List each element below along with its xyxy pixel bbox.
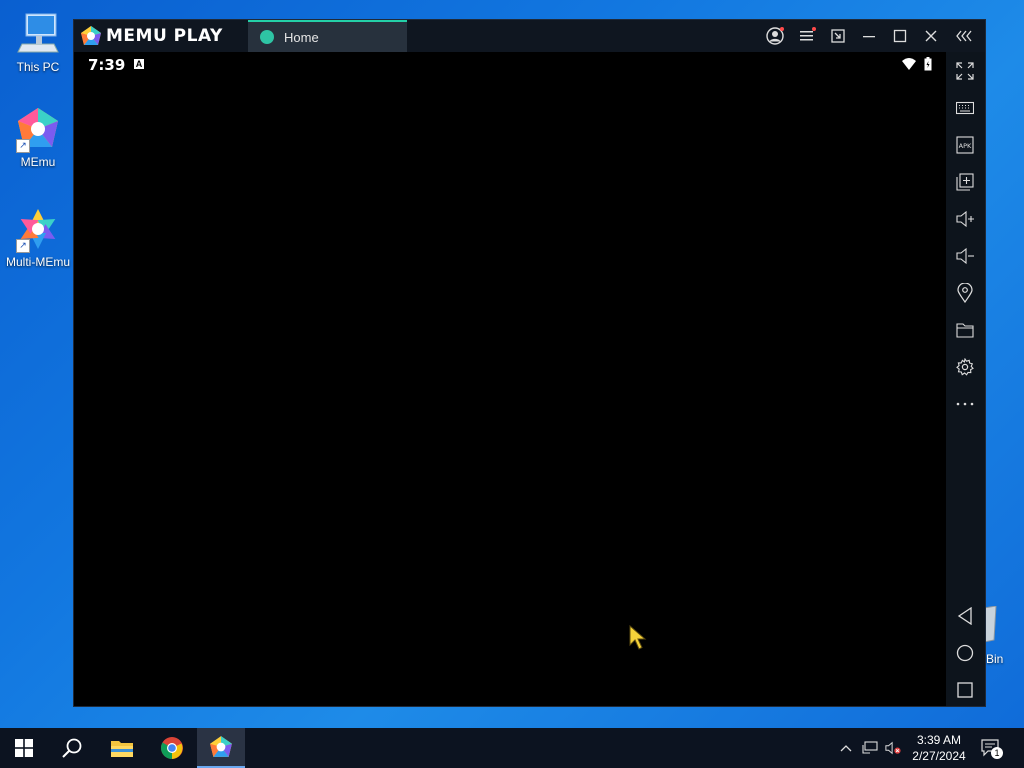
more-button[interactable] xyxy=(954,393,976,415)
network-icon xyxy=(862,741,878,754)
network-button[interactable] xyxy=(862,740,878,756)
add-window-icon xyxy=(956,173,974,191)
mini-mode-button[interactable] xyxy=(827,26,849,46)
maximize-icon xyxy=(893,29,907,43)
android-clock: 7:39 xyxy=(88,56,126,74)
android-screen[interactable] xyxy=(74,76,946,706)
location-pin-icon xyxy=(957,283,973,303)
volume-muted-icon xyxy=(885,741,901,755)
shortcut-arrow-icon: ↗ xyxy=(16,239,30,253)
battery-charging-icon xyxy=(924,57,932,71)
show-hidden-icons-button[interactable] xyxy=(838,740,854,756)
chevron-up-icon xyxy=(840,745,852,752)
notification-a-icon: A xyxy=(134,59,144,69)
minimize-button[interactable] xyxy=(858,26,880,46)
close-icon xyxy=(925,30,937,42)
volume-up-button[interactable] xyxy=(954,208,976,230)
volume-down-button[interactable] xyxy=(954,245,976,267)
desktop-icon-memu[interactable]: ↗ MEmu xyxy=(2,105,74,169)
desktop-icon-label: Bin xyxy=(986,652,1004,666)
android-status-bar: 7:39 A xyxy=(74,52,946,76)
shared-folder-button[interactable] xyxy=(954,319,976,341)
title-bar[interactable]: MEMU PLAY Home xyxy=(74,20,985,52)
notification-count-badge: 1 xyxy=(991,747,1003,759)
triple-chevron-left-icon xyxy=(956,30,972,42)
notification-dot xyxy=(780,27,784,31)
android-recents-button[interactable] xyxy=(954,679,976,701)
keyboard-mapping-button[interactable] xyxy=(954,97,976,119)
fullscreen-button[interactable] xyxy=(954,60,976,82)
hamburger-menu-icon xyxy=(800,31,813,41)
gear-icon xyxy=(956,358,974,376)
taskbar: 3:39 AM 2/27/2024 1 xyxy=(0,728,1024,768)
volume-up-icon xyxy=(956,210,974,228)
folder-icon xyxy=(956,323,974,338)
svg-text:APK: APK xyxy=(959,142,972,150)
action-center-button[interactable]: 1 xyxy=(980,738,1003,759)
app-name: MEMU PLAY xyxy=(106,26,223,46)
shortcut-arrow-icon: ↗ xyxy=(16,139,30,153)
location-button[interactable] xyxy=(954,282,976,304)
more-dots-icon xyxy=(956,402,974,406)
chrome-button[interactable] xyxy=(148,728,196,768)
desktop-icon-multi-memu[interactable]: ↗ Multi-MEmu xyxy=(2,205,74,269)
search-button[interactable] xyxy=(48,728,96,768)
wifi-icon xyxy=(902,58,916,70)
desktop-icon-recycle-bin[interactable]: Bin xyxy=(984,606,1004,666)
memu-logo: MEMU PLAY xyxy=(80,26,223,46)
android-back-button[interactable] xyxy=(954,605,976,627)
fullscreen-icon xyxy=(956,62,974,80)
volume-button[interactable] xyxy=(885,740,901,756)
search-icon xyxy=(62,738,82,758)
memu-app-icon: ↗ xyxy=(14,105,62,153)
tab-label: Home xyxy=(284,29,319,45)
windows-logo-icon xyxy=(15,739,33,757)
maximize-button[interactable] xyxy=(889,26,911,46)
memu-logo-icon xyxy=(81,26,101,45)
notification-dot xyxy=(812,27,816,31)
close-button[interactable] xyxy=(920,26,942,46)
memu-emulator-window: MEMU PLAY Home 7:39 A APK xyxy=(74,20,985,706)
recycle-bin-icon xyxy=(984,606,997,642)
minimize-icon xyxy=(863,36,875,38)
taskbar-clock[interactable]: 3:39 AM 2/27/2024 xyxy=(904,732,974,764)
home-circle-icon xyxy=(956,644,974,662)
desktop-icon-label: MEmu xyxy=(20,155,56,169)
clock-date: 2/27/2024 xyxy=(912,749,966,763)
mouse-cursor-icon xyxy=(629,625,647,650)
desktop-icon-label: This PC xyxy=(16,60,60,74)
recents-square-icon xyxy=(957,682,973,698)
memu-app-icon xyxy=(210,736,232,757)
settings-button[interactable] xyxy=(954,356,976,378)
file-explorer-button[interactable] xyxy=(98,728,146,768)
volume-down-icon xyxy=(956,247,974,265)
install-apk-button[interactable]: APK xyxy=(954,134,976,156)
desktop-icon-this-pc[interactable]: This PC xyxy=(2,10,74,74)
back-triangle-icon xyxy=(957,607,972,625)
folder-icon xyxy=(111,741,133,757)
tab-home[interactable]: Home xyxy=(248,20,407,52)
clock-time: 3:39 AM xyxy=(916,733,962,747)
computer-icon xyxy=(14,10,62,58)
multi-memu-app-icon: ↗ xyxy=(14,205,62,253)
memu-taskbar-button[interactable] xyxy=(197,728,245,768)
desktop-icon-label: Multi-MEmu xyxy=(5,255,70,269)
apk-icon: APK xyxy=(956,136,974,154)
emulator-toolbar: APK xyxy=(946,52,985,706)
menu-button[interactable] xyxy=(796,26,818,46)
chrome-icon xyxy=(161,737,183,759)
home-tab-icon xyxy=(260,30,274,44)
collapse-sidebar-button[interactable] xyxy=(954,26,976,46)
keyboard-icon xyxy=(956,101,974,115)
start-button[interactable] xyxy=(0,728,48,768)
android-home-button[interactable] xyxy=(954,642,976,664)
account-button[interactable] xyxy=(764,26,786,46)
restore-mini-icon xyxy=(831,29,845,43)
multi-instance-button[interactable] xyxy=(954,171,976,193)
